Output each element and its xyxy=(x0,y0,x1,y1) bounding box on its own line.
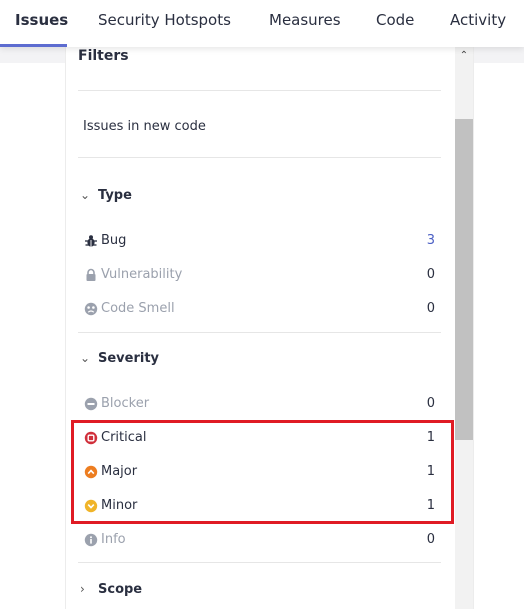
page-background-right xyxy=(474,47,524,63)
divider xyxy=(78,90,441,91)
type-facet-label: Type xyxy=(98,188,132,203)
chevron-down-icon: ⌄ xyxy=(80,351,91,365)
facet-item-vulnerability[interactable]: Vulnerability 0 xyxy=(84,266,436,286)
facet-count: 0 xyxy=(426,396,435,411)
facet-label: Info xyxy=(101,532,126,547)
sidebar-scrollbar-thumb[interactable] xyxy=(455,119,473,440)
chevron-right-icon: › xyxy=(80,582,85,596)
tab-security-hotspots[interactable]: Security Hotspots xyxy=(98,11,231,29)
project-nav-tabs: Issues Security Hotspots Measures Code A… xyxy=(0,0,524,47)
facet-count: 3 xyxy=(426,233,435,248)
tab-activity[interactable]: Activity xyxy=(450,11,506,29)
facet-count: 0 xyxy=(426,532,435,547)
facet-item-info[interactable]: Info 0 xyxy=(84,531,436,551)
facet-label: Blocker xyxy=(101,396,150,411)
chevron-down-icon: ⌄ xyxy=(80,188,91,202)
highlight-annotation xyxy=(71,420,454,524)
facet-label: Vulnerability xyxy=(101,267,183,282)
tab-issues[interactable]: Issues xyxy=(15,11,68,29)
issues-in-new-code-toggle[interactable]: Issues in new code xyxy=(83,119,206,134)
facet-count: 0 xyxy=(426,267,435,282)
tab-measures[interactable]: Measures xyxy=(269,11,341,29)
bug-icon xyxy=(85,235,97,247)
severity-facet-label: Severity xyxy=(98,351,160,366)
severity-facet-header[interactable]: ⌄ Severity xyxy=(80,351,159,366)
facet-label: Code Smell xyxy=(101,301,175,316)
scope-facet-header[interactable]: › Scope xyxy=(80,582,142,597)
info-icon xyxy=(84,533,98,547)
scroll-up-arrow-icon[interactable]: ⌃ xyxy=(455,50,473,62)
type-facet-header[interactable]: ⌄ Type xyxy=(80,188,132,203)
filters-title: Filters xyxy=(78,48,129,64)
facet-label: Bug xyxy=(101,233,127,248)
blocker-icon xyxy=(84,397,98,411)
facet-item-code-smell[interactable]: Code Smell 0 xyxy=(84,300,436,320)
code-smell-icon xyxy=(84,302,98,316)
tab-code[interactable]: Code xyxy=(376,11,414,29)
divider xyxy=(78,157,441,158)
divider xyxy=(78,562,441,563)
active-tab-indicator xyxy=(0,44,67,47)
lock-icon xyxy=(86,268,96,281)
scope-facet-label: Scope xyxy=(98,582,143,597)
facet-item-bug[interactable]: Bug 3 xyxy=(84,232,436,252)
divider xyxy=(78,332,441,333)
facet-item-blocker[interactable]: Blocker 0 xyxy=(84,395,436,415)
page-background xyxy=(0,47,65,63)
facet-count: 0 xyxy=(426,301,435,316)
